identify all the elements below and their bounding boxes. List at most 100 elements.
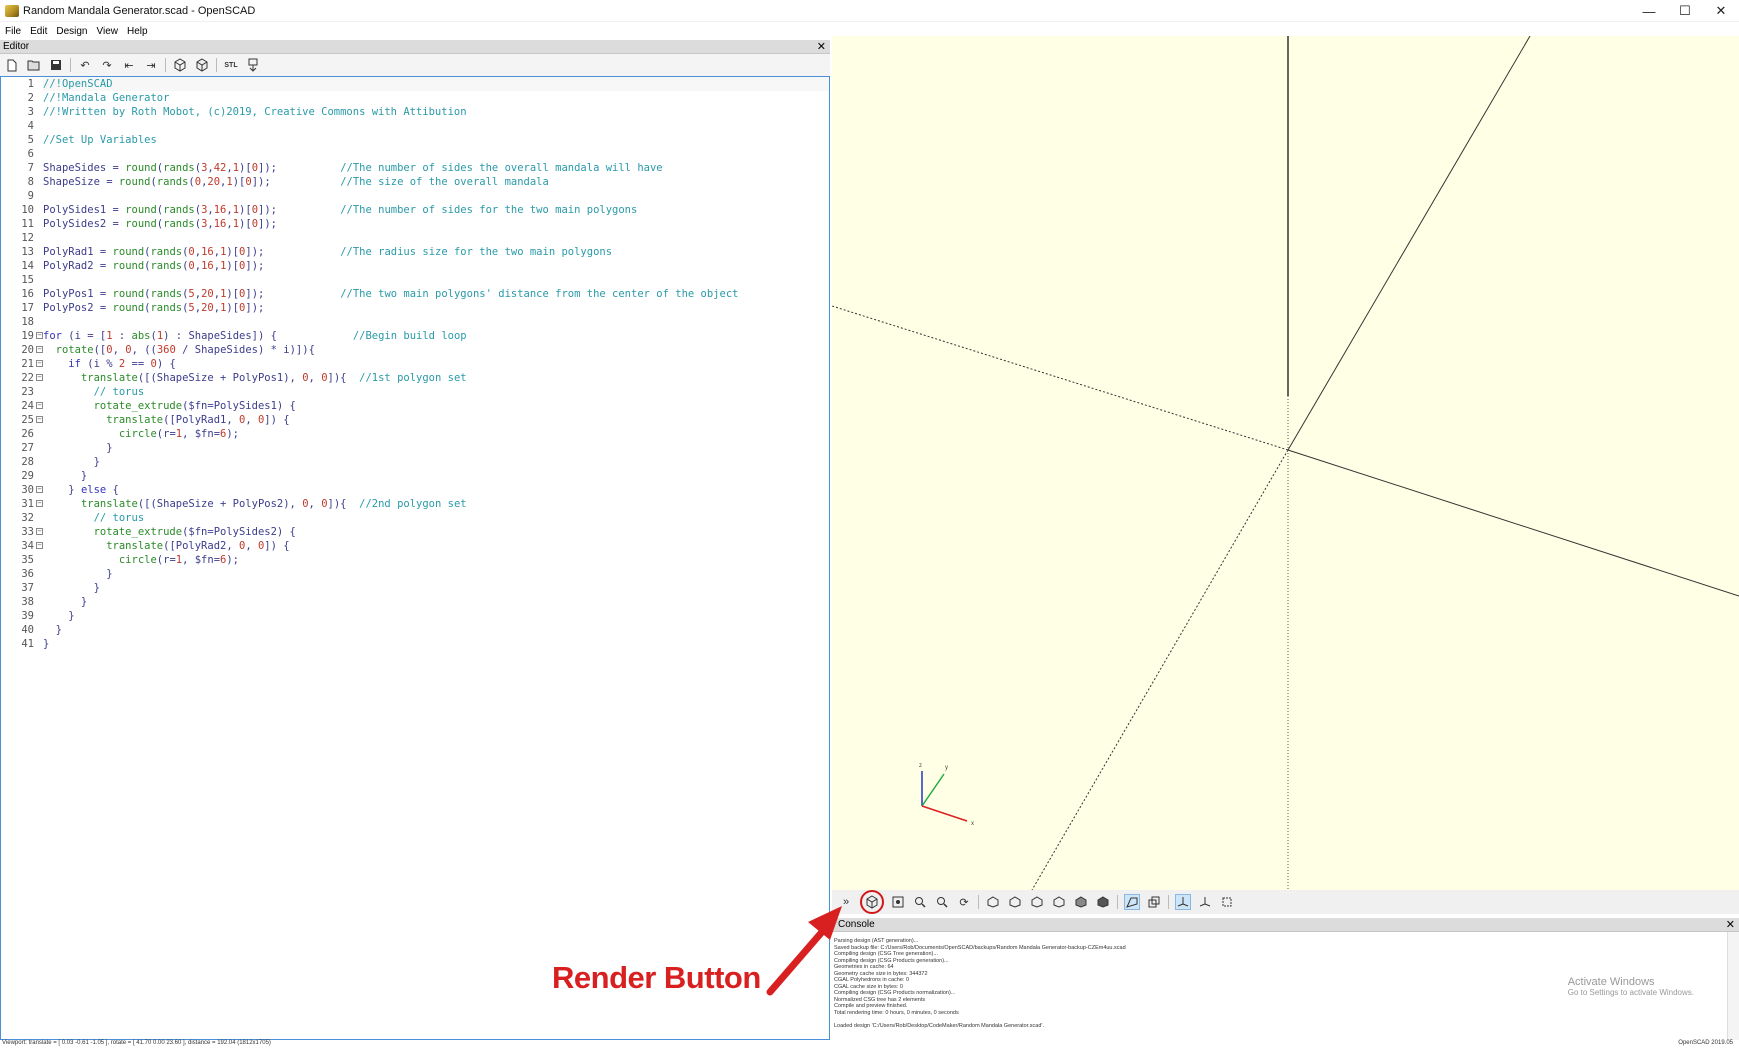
code-line[interactable]: 33− rotate_extrude($fn=PolySides2) { <box>21 525 829 539</box>
show-scale-markers-icon[interactable] <box>1197 894 1213 910</box>
code-text[interactable]: 1 //!OpenSCAD 2 //!Mandala Generator 3 //!Wri… <box>21 77 829 1039</box>
code-line[interactable]: 14 PolyRad2 = round(rands(0,16,1)[0]); <box>21 259 829 273</box>
code-line[interactable]: 23 // torus <box>21 385 829 399</box>
fold-toggle-icon[interactable]: − <box>36 416 43 423</box>
new-file-icon[interactable] <box>4 57 20 73</box>
fold-toggle-icon[interactable]: − <box>36 542 43 549</box>
code-line[interactable]: 41} <box>21 637 829 651</box>
indent-icon[interactable]: ⇥ <box>143 57 159 73</box>
code-line-text: } <box>43 582 100 594</box>
code-line[interactable]: 36 } <box>21 567 829 581</box>
code-line[interactable]: 10 PolySides1 = round(rands(3,16,1)[0]); … <box>21 203 829 217</box>
code-line[interactable]: 12 <box>21 231 829 245</box>
fold-toggle-icon[interactable]: − <box>36 332 43 339</box>
view-back-icon[interactable] <box>1095 894 1111 910</box>
code-line[interactable]: 34− translate([PolyRad2, 0, 0]) { <box>21 539 829 553</box>
fold-toggle-icon[interactable]: − <box>36 486 43 493</box>
preview-icon[interactable] <box>172 57 188 73</box>
open-file-icon[interactable] <box>26 57 42 73</box>
code-line[interactable]: 9 <box>28 189 829 203</box>
gizmo-x-label: x <box>971 821 974 827</box>
code-line[interactable]: 15 <box>21 273 829 287</box>
code-line[interactable]: 16 PolyPos1 = round(rands(5,20,1)[0]); //… <box>21 287 829 301</box>
fold-toggle-icon[interactable]: − <box>36 528 43 535</box>
console-close-button[interactable]: ✕ <box>1726 918 1735 932</box>
code-line[interactable]: 4 <box>28 119 829 133</box>
code-line[interactable]: 19− for (i = [1 : abs(1) : ShapeSides]) {… <box>21 329 829 343</box>
code-line[interactable]: 21− if (i % 2 == 0) { <box>21 357 829 371</box>
fold-toggle-icon[interactable]: − <box>36 402 43 409</box>
code-line[interactable]: 37 } <box>21 581 829 595</box>
code-line[interactable]: 32 // torus <box>21 511 829 525</box>
perspective-icon[interactable] <box>1124 894 1140 910</box>
show-axes-icon[interactable] <box>1175 894 1191 910</box>
code-line[interactable]: 25− translate([PolyRad1, 0, 0]) { <box>21 413 829 427</box>
window-title: Random Mandala Generator.scad - OpenSCAD <box>23 4 256 17</box>
render-button-annotation: Render Button <box>552 960 761 995</box>
fold-toggle-icon[interactable]: − <box>36 374 43 381</box>
render-icon[interactable] <box>194 57 210 73</box>
close-window-button[interactable]: ✕ <box>1703 0 1739 22</box>
code-line[interactable]: 39 } <box>21 609 829 623</box>
zoom-out-icon[interactable] <box>934 894 950 910</box>
menu-design[interactable]: Design <box>55 26 93 37</box>
code-line[interactable]: 6 <box>28 147 829 161</box>
line-number: 20 <box>21 344 34 356</box>
view-front-icon[interactable] <box>1073 894 1089 910</box>
menu-edit[interactable]: Edit <box>29 26 53 37</box>
code-line[interactable]: 7 ShapeSides = round(rands(3,42,1)[0]); /… <box>28 161 829 175</box>
code-line[interactable]: 17 PolyPos2 = round(rands(5,20,1)[0]); <box>21 301 829 315</box>
view-top-icon[interactable] <box>1007 894 1023 910</box>
save-icon[interactable] <box>48 57 64 73</box>
3d-viewport[interactable]: z y x <box>832 36 1739 890</box>
menu-view[interactable]: View <box>96 26 125 37</box>
minimize-button[interactable]: — <box>1631 0 1667 22</box>
export-stl-icon[interactable]: STL <box>223 57 239 73</box>
code-line[interactable]: 5 //Set Up Variables <box>28 133 829 147</box>
undo-icon[interactable]: ↶ <box>77 57 93 73</box>
fold-toggle-icon[interactable]: − <box>36 346 43 353</box>
menu-file[interactable]: File <box>4 26 27 37</box>
code-line[interactable]: 27 } <box>21 441 829 455</box>
code-line[interactable]: 22− translate([(ShapeSize + PolyPos1), 0… <box>21 371 829 385</box>
code-line[interactable]: 40 } <box>21 623 829 637</box>
code-line[interactable]: 18 <box>21 315 829 329</box>
code-line[interactable]: 24− rotate_extrude($fn=PolySides1) { <box>21 399 829 413</box>
view-right-icon[interactable] <box>985 894 1001 910</box>
fold-toggle-icon[interactable]: − <box>36 360 43 367</box>
code-line[interactable]: 2 //!Mandala Generator <box>28 91 829 105</box>
code-line[interactable]: 38 } <box>21 595 829 609</box>
render-button[interactable] <box>860 890 884 914</box>
maximize-button[interactable]: ☐ <box>1667 0 1703 22</box>
code-editor[interactable]: 1 //!OpenSCAD 2 //!Mandala Generator 3 //!Wri… <box>0 76 830 1040</box>
reset-view-icon[interactable]: ⟳ <box>956 894 972 910</box>
redo-icon[interactable]: ↷ <box>99 57 115 73</box>
code-line[interactable]: 30− } else { <box>21 483 829 497</box>
fold-toggle-icon[interactable]: − <box>36 500 43 507</box>
view-left-icon[interactable] <box>1051 894 1067 910</box>
show-edges-icon[interactable] <box>1219 894 1235 910</box>
code-line[interactable]: 13 PolyRad1 = round(rands(0,16,1)[0]); //… <box>21 245 829 259</box>
code-line[interactable]: 1 //!OpenSCAD <box>28 77 829 91</box>
view-bottom-icon[interactable] <box>1029 894 1045 910</box>
unindent-icon[interactable]: ⇤ <box>121 57 137 73</box>
collapse-icon[interactable]: » <box>838 894 854 910</box>
view-all-icon[interactable] <box>890 894 906 910</box>
code-line[interactable]: 26 circle(r=1, $fn=6); <box>21 427 829 441</box>
console-dock: Console ✕ Parsing design (AST generation… <box>832 918 1739 1040</box>
code-line[interactable]: 3 //!Written by Roth Mobot, (c)2019, Crea… <box>28 105 829 119</box>
code-line[interactable]: 31− translate([(ShapeSize + PolyPos2), 0… <box>21 497 829 511</box>
code-line[interactable]: 28 } <box>21 455 829 469</box>
menu-help[interactable]: Help <box>126 26 154 37</box>
editor-close-button[interactable]: ✕ <box>817 40 826 54</box>
code-line[interactable]: 11 PolySides2 = round(rands(3,16,1)[0]); <box>21 217 829 231</box>
line-number: 9 <box>27 190 34 202</box>
send-to-print-icon[interactable] <box>245 57 261 73</box>
console-scrollbar[interactable] <box>1727 932 1739 1040</box>
zoom-in-icon[interactable] <box>912 894 928 910</box>
code-line[interactable]: 8 ShapeSize = round(rands(0,20,1)[0]); //… <box>28 175 829 189</box>
code-line[interactable]: 20− rotate([0, 0, ((360 / ShapeSides) * … <box>21 343 829 357</box>
code-line[interactable]: 29 } <box>21 469 829 483</box>
orthogonal-icon[interactable] <box>1146 894 1162 910</box>
code-line[interactable]: 35 circle(r=1, $fn=6); <box>21 553 829 567</box>
